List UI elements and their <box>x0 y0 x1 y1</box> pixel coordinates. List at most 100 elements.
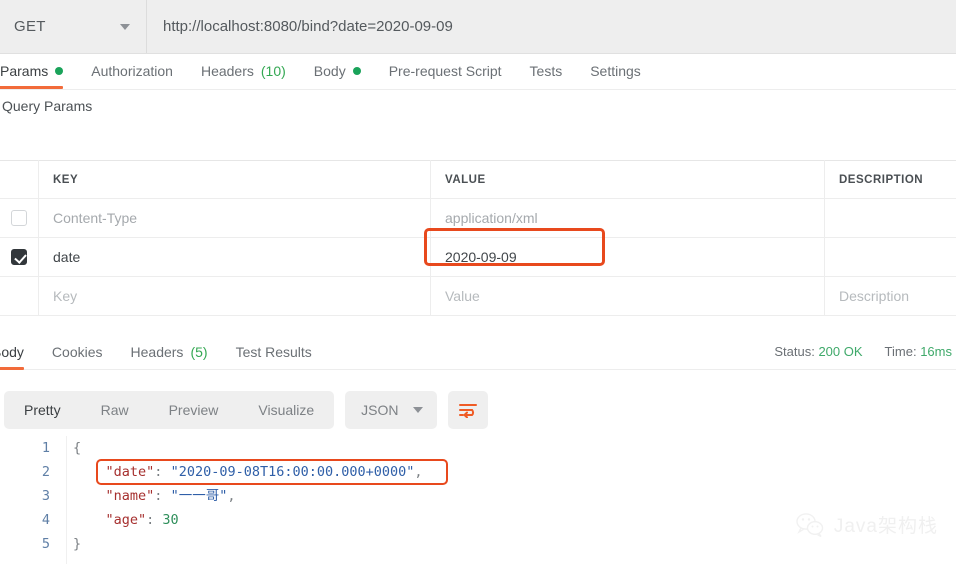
postman-window: GET http://localhost:8080/bind?date=2020… <box>0 0 956 564</box>
view-pretty-button[interactable]: Pretty <box>4 391 81 429</box>
tab-tests-label: Tests <box>529 63 563 79</box>
tab-pre-request-script-label: Pre-request Script <box>388 63 502 79</box>
view-visualize-button[interactable]: Visualize <box>238 391 334 429</box>
tab-tests[interactable]: Tests <box>516 53 577 89</box>
view-preview-button[interactable]: Preview <box>149 391 239 429</box>
response-tab-cookies[interactable]: Cookies <box>38 334 117 370</box>
response-tab-bar: Body Cookies Headers (5) Test Results St… <box>0 334 956 370</box>
line-number: 1 <box>41 440 50 456</box>
tab-body[interactable]: Body <box>300 53 375 89</box>
tab-params[interactable]: Params <box>0 53 77 89</box>
response-tab-body-label: Body <box>0 343 24 360</box>
json-key-age: "age" <box>105 512 147 528</box>
json-brace-open: { <box>73 440 82 456</box>
http-method-dropdown[interactable]: GET <box>0 0 147 53</box>
view-raw-button[interactable]: Raw <box>81 391 149 429</box>
param-description-placeholder[interactable]: Description <box>839 288 909 304</box>
time-label: Time: <box>884 344 917 359</box>
tab-params-label: Params <box>0 63 49 79</box>
response-body-code[interactable]: { "date": "2020-09-08T16:00:00.000+0000"… <box>66 436 956 564</box>
url-input[interactable]: http://localhost:8080/bind?date=2020-09-… <box>147 0 956 53</box>
json-value-date: "2020-09-08T16:00:00.000+0000" <box>170 464 415 480</box>
json-colon: : <box>154 464 171 480</box>
table-row: Content-Type application/xml <box>0 198 956 238</box>
table-header-row: KEY VALUE DESCRIPTION <box>0 160 956 199</box>
json-value-age: 30 <box>162 512 179 528</box>
param-value-placeholder[interactable]: Value <box>445 288 480 304</box>
code-line-2: "date": "2020-09-08T16:00:00.000+0000", <box>73 460 956 484</box>
row-checkbox-cell <box>0 276 39 316</box>
param-enabled-checkbox[interactable] <box>11 249 27 265</box>
column-header-key: KEY <box>53 173 79 186</box>
tab-body-label: Body <box>313 63 346 79</box>
http-method-label: GET <box>14 18 46 35</box>
params-modified-dot-icon <box>55 67 64 75</box>
tab-headers[interactable]: Headers (10) <box>187 53 300 89</box>
table-row: Key Value Description <box>0 276 956 316</box>
param-key[interactable]: Content-Type <box>53 210 137 226</box>
json-comma: , <box>414 464 423 480</box>
watermark: Java架构栈 <box>795 511 938 538</box>
response-tab-test-results[interactable]: Test Results <box>222 334 326 370</box>
body-modified-dot-icon <box>352 67 361 75</box>
line-number: 2 <box>41 464 50 480</box>
tab-authorization[interactable]: Authorization <box>77 53 187 89</box>
json-colon: : <box>154 488 171 504</box>
response-tab-cookies-label: Cookies <box>51 343 103 360</box>
tab-settings[interactable]: Settings <box>576 53 655 89</box>
code-line-3: "name": "一一哥", <box>73 484 956 508</box>
header-checkbox-cell <box>0 160 39 199</box>
tab-headers-label: Headers <box>200 63 254 79</box>
response-meta: Status: 200 OK Time: 16ms <box>774 344 956 359</box>
line-number: 5 <box>41 536 50 552</box>
param-key[interactable]: date <box>53 249 80 265</box>
code-line-1: { <box>73 436 956 460</box>
word-wrap-icon <box>458 404 477 418</box>
response-language-label: JSON <box>361 402 399 418</box>
param-value[interactable]: application/xml <box>445 210 538 226</box>
chevron-down-icon <box>120 23 130 30</box>
line-number: 3 <box>41 488 50 504</box>
watermark-text: Java架构栈 <box>833 516 938 537</box>
status-label: Status: <box>774 344 815 359</box>
response-tab-headers-label: Headers <box>130 343 184 360</box>
table-row: date 2020-09-09 <box>0 227 956 277</box>
chevron-down-icon <box>412 407 423 413</box>
json-key-name: "name" <box>105 488 155 504</box>
response-format-bar: Pretty Raw Preview Visualize JSON <box>0 388 956 432</box>
response-tab-headers-count: (5) <box>190 343 208 360</box>
status-value: 200 OK <box>818 344 863 359</box>
json-value-name: "一一哥" <box>170 488 228 504</box>
request-url-bar: GET http://localhost:8080/bind?date=2020… <box>0 0 956 54</box>
param-value[interactable]: 2020-09-09 <box>445 249 517 265</box>
response-tab-headers[interactable]: Headers (5) <box>117 334 222 370</box>
status-badge: Status: 200 OK <box>774 344 862 359</box>
tab-headers-count: (10) <box>260 63 286 79</box>
time-value: 16ms <box>920 344 952 359</box>
json-colon: : <box>146 512 163 528</box>
column-header-value: VALUE <box>445 173 486 186</box>
param-key-placeholder[interactable]: Key <box>53 288 77 304</box>
param-enabled-checkbox[interactable] <box>11 210 27 226</box>
line-number: 4 <box>41 512 50 528</box>
tab-authorization-label: Authorization <box>91 63 173 79</box>
wechat-icon <box>796 512 824 537</box>
query-params-title: Query Params <box>2 98 93 114</box>
json-comma: , <box>227 488 236 504</box>
response-tab-test-results-label: Test Results <box>235 343 312 360</box>
response-language-dropdown[interactable]: JSON <box>345 391 437 429</box>
response-view-switcher: Pretty Raw Preview Visualize <box>4 391 335 429</box>
response-body-viewer: 1 2 3 4 5 { "date": "2020-09-08T16:00:00… <box>0 436 956 564</box>
word-wrap-toggle-button[interactable] <box>447 391 488 429</box>
query-params-table: KEY VALUE DESCRIPTION Content-Type appli… <box>0 160 956 316</box>
json-brace-close: } <box>73 536 82 552</box>
json-key-date: "date" <box>105 464 155 480</box>
tab-pre-request-script[interactable]: Pre-request Script <box>375 53 516 89</box>
response-tab-body[interactable]: Body <box>0 334 38 370</box>
row-checkbox-cell <box>0 237 39 277</box>
tab-settings-label: Settings <box>590 63 641 79</box>
column-header-description: DESCRIPTION <box>839 173 924 186</box>
line-number-gutter: 1 2 3 4 5 <box>0 436 62 564</box>
time-badge: Time: 16ms <box>885 344 952 359</box>
row-checkbox-cell <box>0 198 39 238</box>
